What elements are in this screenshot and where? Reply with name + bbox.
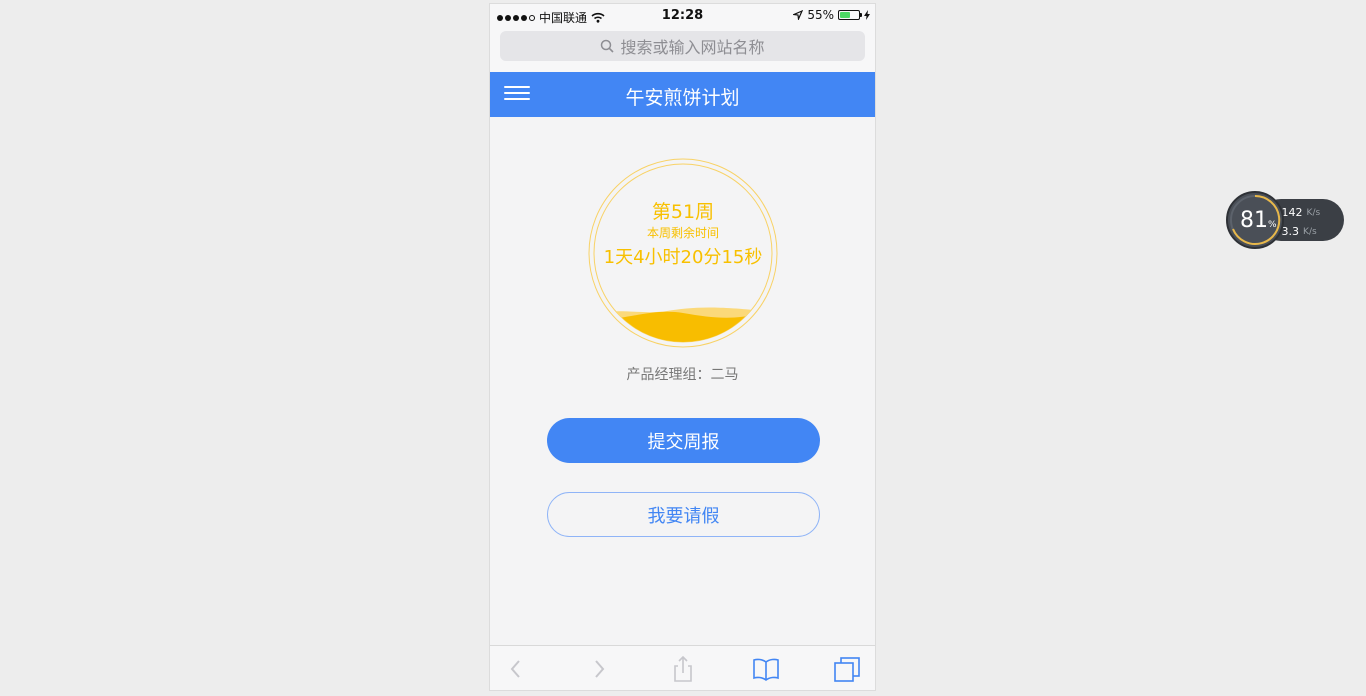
page-title: 午安煎饼计划 bbox=[625, 87, 740, 109]
cpu-usage-gauge: 81 % bbox=[1226, 191, 1284, 249]
week-countdown-dial: 第51周 本周剩余时间 1天4小时20分15秒 bbox=[587, 157, 779, 349]
battery-percent: 55% bbox=[807, 8, 834, 22]
tabs-icon[interactable] bbox=[833, 656, 861, 682]
charging-icon bbox=[864, 10, 870, 20]
upload-speed: 142 bbox=[1281, 206, 1303, 219]
main-content: 第51周 本周剩余时间 1天4小时20分15秒 产品经理组：二马 提交周报 我要… bbox=[490, 117, 875, 645]
cpu-unit: % bbox=[1268, 220, 1277, 230]
download-unit: K/s bbox=[1303, 226, 1317, 237]
bookmarks-icon[interactable] bbox=[752, 656, 780, 682]
cpu-value: 81 bbox=[1240, 208, 1268, 233]
remaining-label: 本周剩余时间 bbox=[646, 226, 719, 240]
share-icon[interactable] bbox=[669, 656, 697, 682]
app-header: 午安煎饼计划 bbox=[490, 72, 875, 117]
week-number: 第51周 bbox=[651, 201, 715, 223]
system-monitor-widget[interactable]: ↑ 142 K/s ↓ 3.3 K/s 81 % bbox=[1226, 191, 1346, 251]
battery-fill bbox=[840, 12, 850, 18]
submit-report-button[interactable]: 提交周报 bbox=[547, 418, 820, 463]
water-wave-front bbox=[594, 309, 772, 342]
request-leave-button[interactable]: 我要请假 bbox=[547, 492, 820, 537]
search-icon bbox=[601, 39, 615, 53]
address-placeholder: 搜索或输入网站名称 bbox=[620, 38, 765, 57]
battery-icon bbox=[838, 10, 862, 20]
countdown-timer: 1天4小时20分15秒 bbox=[603, 247, 763, 268]
browser-address-area: 搜索或输入网站名称 bbox=[490, 28, 875, 72]
location-icon bbox=[793, 10, 804, 20]
back-icon[interactable] bbox=[502, 656, 530, 682]
download-speed: 3.3 bbox=[1281, 225, 1300, 238]
upload-unit: K/s bbox=[1306, 207, 1321, 218]
status-bar: 中国联通 12:28 55% bbox=[490, 4, 875, 28]
browser-toolbar bbox=[490, 645, 875, 690]
address-bar[interactable]: 搜索或输入网站名称 bbox=[500, 31, 865, 61]
team-label: 产品经理组：二马 bbox=[626, 367, 739, 383]
forward-icon[interactable] bbox=[585, 656, 613, 682]
phone-screen: 中国联通 12:28 55% 搜索或输入网站名称 午安煎饼计划 第51周 本周剩… bbox=[489, 3, 876, 691]
